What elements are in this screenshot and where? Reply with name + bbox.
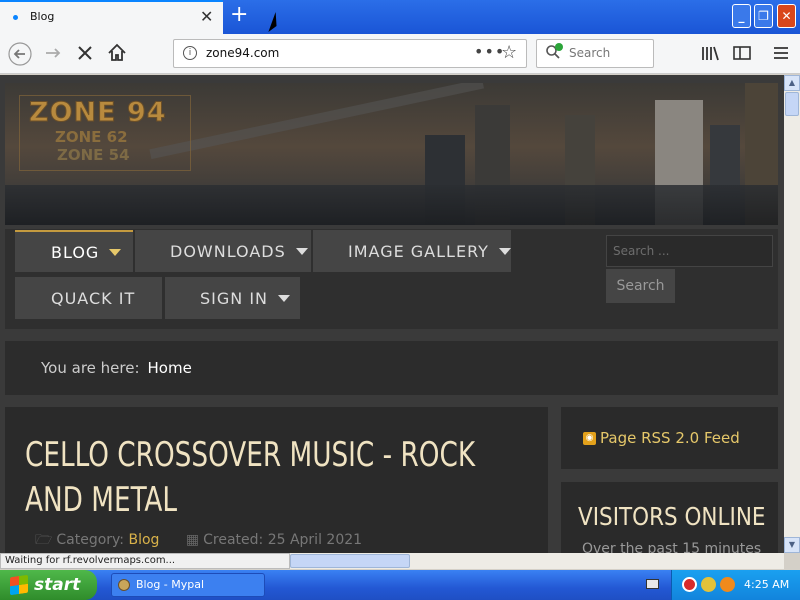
menu-item-sign-in[interactable]: SIGN IN xyxy=(165,277,300,319)
breadcrumb-prefix: You are here: xyxy=(41,359,140,377)
tab-loading-icon xyxy=(13,15,18,20)
web-page: ZONE 94 ZONE 62 ZONE 54 BLOG DOWNLOADS I… xyxy=(0,75,784,553)
category-link[interactable]: Blog xyxy=(128,532,159,548)
stop-icon[interactable] xyxy=(76,42,94,68)
chevron-down-icon xyxy=(295,247,308,255)
url-bar[interactable]: i zone94.com ••• ☆ xyxy=(173,39,527,68)
scroll-down-icon[interactable]: ▼ xyxy=(784,537,800,553)
tab-blog[interactable]: Blog ✕ xyxy=(0,0,223,34)
horizontal-scrollbar[interactable] xyxy=(290,553,784,569)
navigation-toolbar: i zone94.com ••• ☆ Search xyxy=(0,34,800,74)
browser-search-input[interactable]: Search xyxy=(536,39,654,68)
site-logo-line2: ZONE 62 xyxy=(55,128,128,146)
site-logo-line3: ZONE 54 xyxy=(57,146,130,164)
network-icon[interactable] xyxy=(701,577,716,592)
maximize-button[interactable]: ❐ xyxy=(754,4,773,28)
mypal-icon xyxy=(118,579,130,591)
info-icon[interactable]: i xyxy=(183,46,197,60)
taskbar-window-button[interactable]: Blog - Mypal xyxy=(111,573,265,597)
site-search-input[interactable] xyxy=(606,235,773,267)
folder-open-icon: 🗁 xyxy=(35,532,53,548)
search-tray-icon[interactable] xyxy=(720,577,735,592)
visitors-module: VISITORS ONLINE Over the past 15 minutes xyxy=(561,482,778,553)
site-logo[interactable]: ZONE 94 xyxy=(29,97,167,129)
site-banner[interactable]: ZONE 94 ZONE 62 ZONE 54 xyxy=(5,83,778,225)
library-icon[interactable] xyxy=(700,42,720,68)
system-tray: 4:25 AM xyxy=(671,570,800,600)
hamburger-menu-icon[interactable] xyxy=(772,42,790,68)
rss-icon: ◉ xyxy=(583,432,596,445)
tab-title: Blog xyxy=(30,10,55,23)
mouse-cursor-icon xyxy=(268,12,282,32)
chevron-down-icon xyxy=(109,248,122,256)
menu-item-blog[interactable]: BLOG xyxy=(15,230,133,272)
site-search-button[interactable]: Search xyxy=(606,269,675,303)
start-label: start xyxy=(34,575,81,595)
scroll-up-icon[interactable]: ▲ xyxy=(784,75,800,91)
menu-item-quack-it[interactable]: QUACK IT xyxy=(15,277,162,319)
taskbar-window-label: Blog - Mypal xyxy=(136,578,205,591)
menu-item-label: IMAGE GALLERY xyxy=(348,241,489,261)
browser-tab-bar: Blog ✕ + _ ❐ ✕ xyxy=(0,0,800,34)
clock[interactable]: 4:25 AM xyxy=(744,578,789,591)
main-menu: BLOG DOWNLOADS IMAGE GALLERY QUACK IT SI… xyxy=(5,229,778,329)
sidebar-icon[interactable] xyxy=(732,42,752,68)
visitors-subtitle: Over the past 15 minutes xyxy=(582,541,762,553)
home-icon[interactable] xyxy=(107,42,127,68)
menu-item-label: QUACK IT xyxy=(51,288,136,308)
article-card: CELLO CROSSOVER MUSIC - ROCK AND METAL 🗁… xyxy=(5,407,548,553)
keyboard-icon[interactable] xyxy=(646,579,659,589)
breadcrumb: You are here: Home xyxy=(5,341,778,395)
article-title[interactable]: CELLO CROSSOVER MUSIC - ROCK AND METAL xyxy=(25,433,524,523)
close-window-button[interactable]: ✕ xyxy=(777,4,796,28)
new-tab-button[interactable]: + xyxy=(230,3,248,27)
tab-close-icon[interactable]: ✕ xyxy=(200,8,213,26)
category-label: Category: xyxy=(56,532,125,548)
menu-item-label: BLOG xyxy=(51,242,100,262)
minimize-button[interactable]: _ xyxy=(732,4,751,28)
created-date: Created: 25 April 2021 xyxy=(203,532,363,548)
bookmark-star-icon[interactable]: ☆ xyxy=(501,42,517,63)
forward-icon[interactable] xyxy=(42,42,64,68)
chevron-down-icon xyxy=(278,294,291,302)
breadcrumb-current: Home xyxy=(147,359,192,377)
menu-item-image-gallery[interactable]: IMAGE GALLERY xyxy=(313,230,511,272)
menu-item-label: SIGN IN xyxy=(200,288,269,308)
start-button[interactable]: start xyxy=(0,570,97,600)
chevron-down-icon xyxy=(498,247,511,255)
security-icon[interactable] xyxy=(682,577,697,592)
rss-feed-link[interactable]: Page RSS 2.0 Feed xyxy=(600,429,740,447)
menu-item-downloads[interactable]: DOWNLOADS xyxy=(135,230,311,272)
add-search-engine-icon xyxy=(555,43,563,51)
vertical-scrollbar[interactable]: ▲ ▼ xyxy=(784,75,800,553)
status-text: Waiting for rf.revolvermaps.com... xyxy=(0,553,290,569)
rss-module: ◉ Page RSS 2.0 Feed xyxy=(561,407,778,469)
visitors-title: VISITORS ONLINE xyxy=(578,502,766,531)
url-text[interactable]: zone94.com xyxy=(206,46,279,60)
scrollbar-thumb[interactable] xyxy=(290,554,410,568)
back-icon[interactable] xyxy=(8,42,32,70)
menu-item-label: DOWNLOADS xyxy=(170,241,286,261)
calendar-icon: ▦ xyxy=(185,532,200,548)
taskbar: start Blog - Mypal 4:25 AM xyxy=(0,570,800,600)
windows-logo-icon xyxy=(10,574,28,596)
article-meta: 🗁 Category: Blog ▦ Created: 25 April 2021 xyxy=(35,529,362,553)
browser-search-placeholder: Search xyxy=(569,46,611,60)
scrollbar-thumb[interactable] xyxy=(785,92,799,116)
